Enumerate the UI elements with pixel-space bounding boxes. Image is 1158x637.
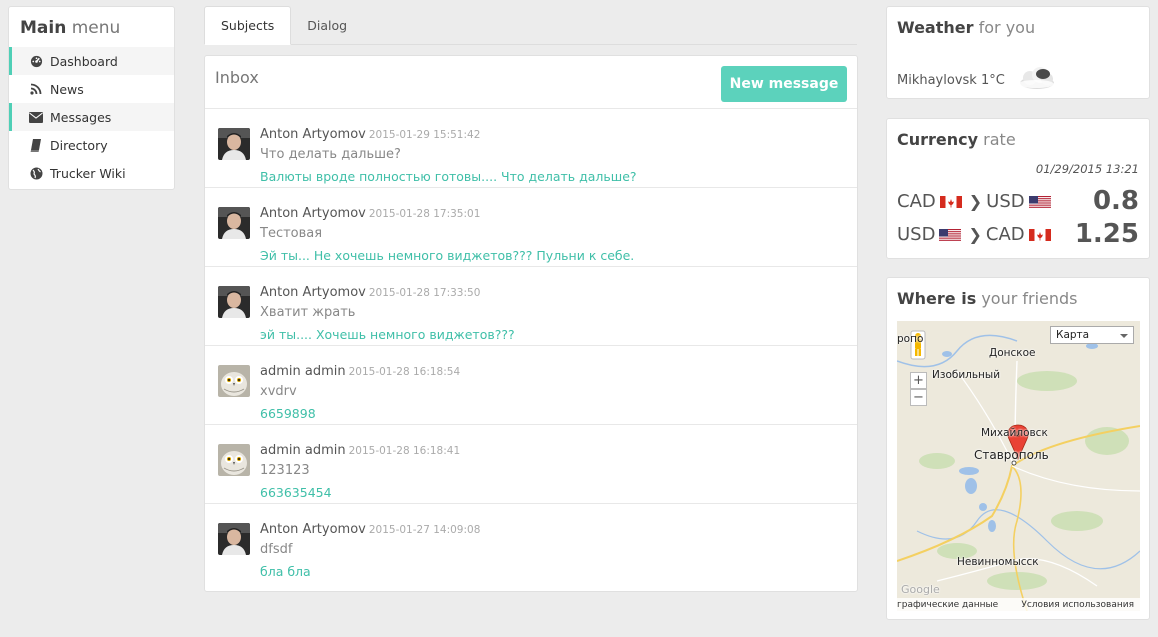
message-subject: xvdrv bbox=[260, 384, 297, 399]
inbox-header: Inbox New message bbox=[205, 56, 857, 109]
message-date: 2015-01-29 15:51:42 bbox=[368, 129, 481, 141]
message-preview-link[interactable]: Валюты вроде полностью готовы.... Что де… bbox=[260, 169, 637, 184]
avatar bbox=[218, 365, 250, 397]
canada-flag-icon bbox=[1028, 227, 1051, 241]
message-subject: Что делать дальше? bbox=[260, 147, 401, 162]
sidebar-item-dashboard[interactable]: Dashboard bbox=[9, 47, 174, 75]
map-label: Михайловск bbox=[981, 427, 1048, 439]
sidebar-item-trucker-wiki[interactable]: Trucker Wiki bbox=[9, 159, 174, 187]
message-preview-link[interactable]: 663635454 bbox=[260, 485, 332, 500]
map-label: ропо bbox=[897, 333, 924, 345]
message-author: Anton Artyomov 2015-01-29 15:51:42 bbox=[260, 127, 481, 142]
avatar bbox=[218, 128, 250, 160]
message-list: Anton Artyomov 2015-01-29 15:51:42 Что дел… bbox=[205, 109, 857, 583]
zoom-in-button[interactable]: + bbox=[910, 372, 927, 389]
message-author: Anton Artyomov 2015-01-28 17:35:01 bbox=[260, 206, 481, 221]
map-label: Изобильный bbox=[932, 369, 1001, 381]
inbox-title: Inbox bbox=[215, 68, 259, 87]
weather-widget: Weather for you Mikhaylovsk 1°C bbox=[886, 6, 1150, 99]
friends-title: Where is your friends bbox=[897, 289, 1078, 308]
tab-dialog[interactable]: Dialog bbox=[291, 6, 363, 45]
map-label: Невинномысск bbox=[957, 556, 1039, 568]
message-subject: Хватит жрать bbox=[260, 305, 356, 320]
message-preview-link[interactable]: Эй ты... Не хочешь немного виджетов??? П… bbox=[260, 248, 634, 263]
message-author: admin admin 2015-01-28 16:18:41 bbox=[260, 443, 461, 458]
map[interactable]: Карта + − ропо Донское Изобильный Михайл… bbox=[897, 321, 1140, 611]
avatar bbox=[218, 286, 250, 318]
map-label: Донское bbox=[989, 347, 1036, 359]
currency-from: USD bbox=[897, 223, 936, 245]
sidebar-item-directory[interactable]: Directory bbox=[9, 131, 174, 159]
avatar bbox=[218, 523, 250, 555]
currency-title: Currency rate bbox=[897, 130, 1016, 149]
message-row[interactable]: admin admin 2015-01-28 16:18:41 123123 6636… bbox=[205, 425, 857, 504]
avatar bbox=[218, 444, 250, 476]
main-menu: Main menu Dashboard News Messages Direct… bbox=[8, 6, 175, 190]
currency-rate-value: 0.8 bbox=[1092, 186, 1139, 216]
cloud-icon bbox=[1013, 65, 1057, 95]
weather-reading: Mikhaylovsk 1°C bbox=[897, 65, 1057, 95]
currency-row-usd-cad: USD ❯ CAD 1.25 bbox=[897, 219, 1139, 249]
currency-rate-value: 1.25 bbox=[1074, 219, 1139, 249]
inbox-panel: Inbox New message Anton Artyomov 2015-01-… bbox=[204, 55, 858, 592]
book-icon bbox=[29, 138, 43, 152]
chevron-down-icon bbox=[1120, 334, 1128, 338]
message-subject: 123123 bbox=[260, 463, 310, 478]
new-message-button[interactable]: New message bbox=[721, 66, 847, 102]
usa-flag-icon bbox=[1028, 194, 1051, 208]
rss-icon bbox=[29, 82, 43, 96]
message-preview-link[interactable]: бла бла bbox=[260, 564, 311, 579]
weather-title: Weather for you bbox=[897, 18, 1036, 37]
arrow-right-icon: ❯ bbox=[968, 224, 982, 244]
currency-row-cad-usd: CAD ❯ USD 0.8 bbox=[897, 186, 1139, 216]
message-row[interactable]: Anton Artyomov 2015-01-29 15:51:42 Что дел… bbox=[205, 109, 857, 188]
map-footer: графические данные Условия использования bbox=[897, 598, 1140, 611]
currency-date: 01/29/2015 13:21 bbox=[1035, 162, 1139, 176]
message-author: Anton Artyomov 2015-01-28 17:33:50 bbox=[260, 285, 481, 300]
message-date: 2015-01-27 14:09:08 bbox=[368, 524, 481, 536]
message-author: admin admin 2015-01-28 16:18:54 bbox=[260, 364, 461, 379]
map-terms-link[interactable]: Условия использования bbox=[1021, 600, 1134, 610]
message-preview-link[interactable]: 6659898 bbox=[260, 406, 316, 421]
map-label: Ставрополь bbox=[974, 448, 1049, 462]
message-row[interactable]: admin admin 2015-01-28 16:18:54 xvdrv 66598… bbox=[205, 346, 857, 425]
message-date: 2015-01-28 17:33:50 bbox=[368, 287, 481, 299]
currency-to: CAD bbox=[985, 223, 1025, 245]
weather-temperature: 1°C bbox=[980, 72, 1005, 88]
message-date: 2015-01-28 17:35:01 bbox=[368, 208, 481, 220]
avatar bbox=[218, 207, 250, 239]
canada-flag-icon bbox=[939, 194, 962, 208]
friends-map-widget: Where is your friends Карта + − ропо Дон… bbox=[886, 277, 1150, 620]
zoom-out-button[interactable]: − bbox=[910, 389, 927, 406]
map-data-credit: графические данные bbox=[897, 599, 999, 610]
message-date: 2015-01-28 16:18:41 bbox=[348, 445, 461, 457]
currency-widget: Currency rate 01/29/2015 13:21 CAD ❯ USD… bbox=[886, 118, 1150, 259]
usa-flag-icon bbox=[939, 227, 962, 241]
message-subject: dfsdf bbox=[260, 542, 293, 557]
message-subject: Тестовая bbox=[260, 226, 323, 241]
sidebar-item-messages[interactable]: Messages bbox=[9, 103, 174, 131]
google-logo: Google bbox=[901, 583, 940, 596]
globe-icon bbox=[29, 166, 43, 180]
message-preview-link[interactable]: эй ты.... Хочешь немного виджетов??? bbox=[260, 327, 515, 342]
map-type-select[interactable]: Карта bbox=[1050, 326, 1134, 344]
envelope-icon bbox=[29, 110, 43, 124]
message-row[interactable]: Anton Artyomov 2015-01-28 17:35:01 Тестова… bbox=[205, 188, 857, 267]
weather-location: Mikhaylovsk bbox=[897, 72, 977, 88]
arrow-right-icon: ❯ bbox=[968, 191, 983, 211]
dashboard-icon bbox=[29, 54, 43, 68]
tab-bar: Subjects Dialog bbox=[204, 6, 857, 45]
message-author: Anton Artyomov 2015-01-27 14:09:08 bbox=[260, 522, 481, 537]
main-menu-title: Main menu bbox=[20, 18, 121, 38]
tab-subjects[interactable]: Subjects bbox=[204, 6, 292, 45]
message-row[interactable]: Anton Artyomov 2015-01-28 17:33:50 Хватит … bbox=[205, 267, 857, 346]
currency-from: CAD bbox=[897, 190, 936, 212]
message-date: 2015-01-28 16:18:54 bbox=[348, 366, 461, 378]
message-row[interactable]: Anton Artyomov 2015-01-27 14:09:08 dfsdf бл… bbox=[205, 504, 857, 583]
sidebar-item-news[interactable]: News bbox=[9, 75, 174, 103]
currency-to: USD bbox=[986, 190, 1025, 212]
